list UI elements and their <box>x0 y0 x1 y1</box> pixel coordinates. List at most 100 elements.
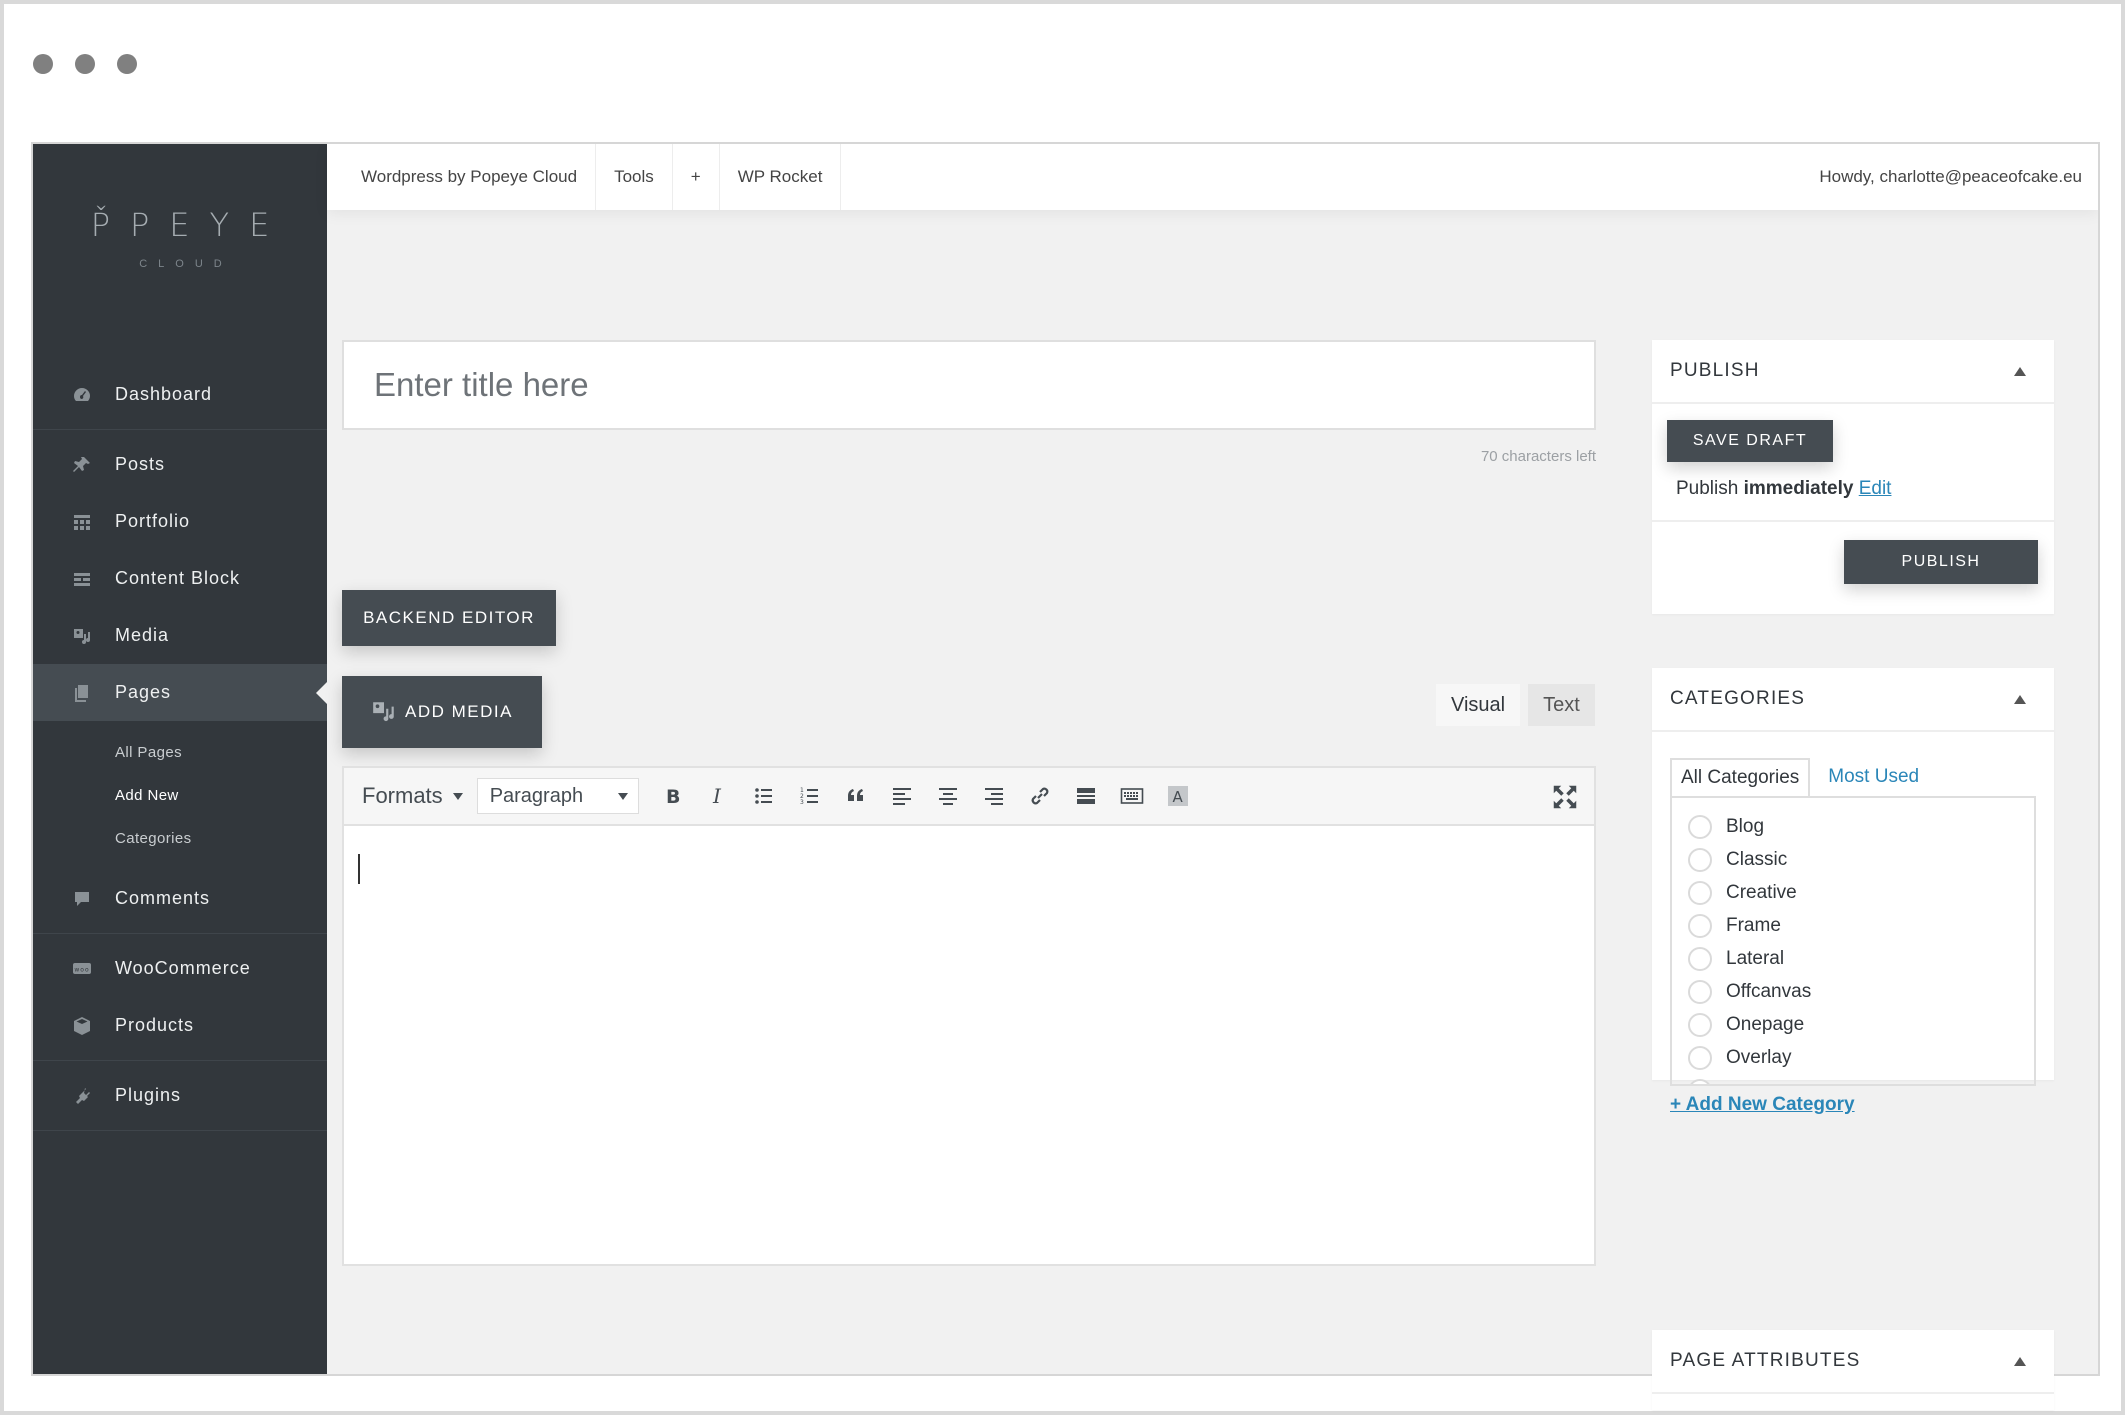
sidebar-item-products[interactable]: Products <box>33 997 327 1054</box>
category-checkbox[interactable] <box>1688 913 1712 938</box>
category-item[interactable]: Offcanvas <box>1672 975 2034 1008</box>
publish-panel-header[interactable]: PUBLISH <box>1652 340 2054 404</box>
publish-button[interactable]: PUBLISH <box>1844 540 2038 584</box>
formats-dropdown[interactable]: Formats <box>362 783 463 809</box>
paragraph-select[interactable]: Paragraph <box>476 778 639 814</box>
category-checkbox[interactable] <box>1688 979 1712 1004</box>
sidebar-item-label: Pages <box>115 682 172 702</box>
keyboard-icon[interactable] <box>1109 776 1155 816</box>
numbered-list-icon[interactable]: 123 <box>787 776 833 816</box>
sidebar-item-media[interactable]: Media <box>33 607 327 664</box>
sidebar-item-label: WooCommerce <box>115 958 251 978</box>
bold-icon[interactable]: B <box>649 776 695 816</box>
collapse-icon[interactable] <box>2014 367 2026 376</box>
content-editor[interactable]: Formats Paragraph B I 123 A <box>342 766 1596 1266</box>
sidebar-item-posts[interactable]: Posts <box>33 436 327 493</box>
align-right-icon[interactable] <box>971 776 1017 816</box>
woo-icon: woo <box>71 958 93 980</box>
svg-text:I: I <box>712 784 722 808</box>
category-item[interactable]: Blog <box>1672 810 2034 843</box>
category-item[interactable]: Overlay <box>1672 1041 2034 1074</box>
topbar-tools[interactable]: Tools <box>596 144 673 210</box>
add-media-button[interactable]: ADD MEDIA <box>342 676 542 748</box>
sidebar-item-content-block[interactable]: Content Block <box>33 550 327 607</box>
tab-all-categories[interactable]: All Categories <box>1670 758 1811 796</box>
collapse-icon[interactable] <box>2014 695 2026 704</box>
sidebar-item-dashboard[interactable]: Dashboard <box>33 366 327 423</box>
category-item[interactable]: Onepage <box>1672 1008 2034 1041</box>
category-checkbox[interactable] <box>1688 847 1712 872</box>
read-more-icon[interactable] <box>1063 776 1109 816</box>
edit-schedule-link[interactable]: Edit <box>1859 478 1892 499</box>
tab-most-used[interactable]: Most Used <box>1810 758 1928 796</box>
paragraph-label: Paragraph <box>489 784 584 807</box>
category-checkbox[interactable] <box>1688 1012 1712 1037</box>
sidebar-item-woocommerce[interactable]: woo WooCommerce <box>33 940 327 997</box>
page-attributes-header[interactable]: PAGE ATTRIBUTES <box>1652 1330 2054 1394</box>
tab-visual[interactable]: Visual <box>1436 684 1521 726</box>
box-icon <box>71 1015 93 1037</box>
categories-panel-header[interactable]: CATEGORIES <box>1652 668 2054 732</box>
category-checkbox[interactable] <box>1688 880 1712 905</box>
save-draft-button[interactable]: SAVE DRAFT <box>1667 420 1833 462</box>
align-left-icon[interactable] <box>879 776 925 816</box>
page-attributes-panel: PAGE ATTRIBUTES <box>1652 1330 2054 1410</box>
add-media-label: ADD MEDIA <box>405 702 513 721</box>
sidebar-item-label: Plugins <box>115 1085 182 1105</box>
svg-text:3: 3 <box>800 799 804 806</box>
blockquote-icon[interactable] <box>833 776 879 816</box>
italic-icon[interactable]: I <box>695 776 741 816</box>
popeye-logo[interactable]: P̌PEYE CLOUD <box>33 206 327 270</box>
menu-divider <box>33 933 327 934</box>
plugin-icon <box>71 1085 93 1107</box>
topbar-new[interactable]: + <box>673 144 720 210</box>
submenu-item-add-new[interactable]: Add New <box>33 774 327 817</box>
category-checkbox[interactable] <box>1688 1078 1712 1084</box>
backend-editor-button[interactable]: BACKEND EDITOR <box>342 590 556 646</box>
panel-title: CATEGORIES <box>1670 688 1806 709</box>
fullscreen-icon[interactable] <box>1550 782 1580 812</box>
sidebar-item-label: Content Block <box>115 568 241 588</box>
sidebar-item-portfolio[interactable]: Portfolio <box>33 493 327 550</box>
close-window-button[interactable] <box>33 54 53 74</box>
categories-panel: CATEGORIES All Categories Most Used Blog… <box>1652 668 2054 1115</box>
category-item[interactable]: Creative <box>1672 876 2034 909</box>
user-greeting[interactable]: Howdy, charlotte@peaceofcake.eu <box>1819 144 2098 210</box>
media-icon <box>371 700 397 724</box>
collapse-icon[interactable] <box>2014 1357 2026 1366</box>
category-item[interactable] <box>1672 1074 2034 1084</box>
link-icon[interactable] <box>1017 776 1063 816</box>
add-new-category-link[interactable]: + Add New Category <box>1670 1094 1855 1116</box>
admin-menu: Dashboard Posts Portfolio Content Block <box>33 366 327 1137</box>
admin-sidebar: P̌PEYE CLOUD Dashboard Posts Portfolio C… <box>33 144 327 1374</box>
bullet-list-icon[interactable] <box>741 776 787 816</box>
category-item[interactable]: Lateral <box>1672 942 2034 975</box>
chevron-down-icon <box>617 792 628 800</box>
submenu-item-categories[interactable]: Categories <box>33 817 327 860</box>
align-center-icon[interactable] <box>925 776 971 816</box>
chevron-down-icon <box>452 792 463 800</box>
publish-prefix: Publish <box>1676 478 1739 499</box>
category-label: Lateral <box>1726 947 1785 969</box>
category-checkbox[interactable] <box>1688 1045 1712 1070</box>
category-label: Blog <box>1726 815 1765 837</box>
category-label: Offcanvas <box>1726 980 1812 1002</box>
tab-text[interactable]: Text <box>1528 684 1595 726</box>
sidebar-item-pages[interactable]: Pages <box>33 664 327 721</box>
svg-text:B: B <box>666 786 680 808</box>
text-color-icon[interactable]: A <box>1155 776 1201 816</box>
minimize-window-button[interactable] <box>75 54 95 74</box>
post-title-input[interactable]: Enter title here <box>342 340 1596 430</box>
topbar-site-link[interactable]: Wordpress by Popeye Cloud <box>327 144 597 210</box>
category-item[interactable]: Classic <box>1672 843 2034 876</box>
category-item[interactable]: Frame <box>1672 909 2034 942</box>
text-cursor <box>358 854 360 884</box>
maximize-window-button[interactable] <box>117 54 137 74</box>
category-checkbox[interactable] <box>1688 814 1712 839</box>
sidebar-item-comments[interactable]: Comments <box>33 870 327 927</box>
topbar-wp-rocket[interactable]: WP Rocket <box>720 144 842 210</box>
submenu-item-all-pages[interactable]: All Pages <box>33 731 327 774</box>
browser-frame: P̌PEYE CLOUD Dashboard Posts Portfolio C… <box>0 0 2125 1415</box>
category-checkbox[interactable] <box>1688 946 1712 971</box>
sidebar-item-plugins[interactable]: Plugins <box>33 1067 327 1124</box>
